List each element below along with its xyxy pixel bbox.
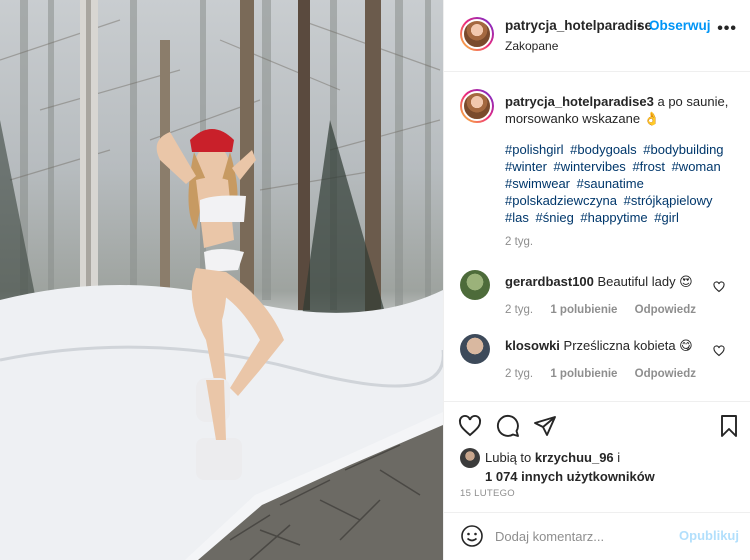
comment-meta: 2 tyg. 1 polubienie Odpowiedz (505, 304, 710, 316)
comment-like-heart-icon[interactable] (713, 345, 725, 357)
comment-meta: 2 tyg. 1 polubienie Odpowiedz (505, 368, 710, 380)
comment-text: klosowki Prześliczna kobieta 😋 (505, 338, 693, 354)
comment-likes[interactable]: 1 polubienie (550, 368, 617, 380)
smiley-icon[interactable] (460, 524, 484, 548)
comment-body: Beautiful lady 😍 (597, 274, 693, 289)
post-location[interactable]: Zakopane (505, 39, 558, 53)
comment-input[interactable] (495, 526, 675, 546)
hashtag-link[interactable]: #winter (505, 159, 547, 174)
hashtag-link[interactable]: #frost (632, 159, 665, 174)
caption-avatar[interactable] (460, 89, 494, 123)
bookmark-icon[interactable] (717, 414, 741, 438)
commenter-avatar[interactable] (460, 270, 490, 300)
commenter-username[interactable]: klosowki (505, 338, 560, 353)
header-separator: • (637, 18, 642, 33)
comment-item: gerardbast100 Beautiful lady 😍 2 tyg. 1 … (444, 270, 750, 330)
post-header: patrycja_hotelparadise • Obserwuj Zakopa… (444, 0, 750, 72)
hashtag-link[interactable]: #strójkąpielowy (624, 193, 713, 208)
liker-avatar[interactable] (460, 448, 480, 468)
hashtag-link[interactable]: #bodygoals (570, 142, 637, 157)
hashtag-link[interactable]: #girl (654, 210, 679, 225)
comment-likes[interactable]: 1 polubienie (550, 304, 617, 316)
more-options-icon[interactable]: ••• (717, 20, 737, 38)
likes-others-link[interactable]: 1 074 innych użytkowników (485, 469, 655, 484)
caption-timestamp[interactable]: 2 tyg. (505, 236, 533, 248)
post-details-panel: patrycja_hotelparadise • Obserwuj Zakopa… (443, 0, 750, 560)
hashtag-link[interactable]: #swimwear (505, 176, 570, 191)
add-comment-bar: Opublikuj (444, 512, 750, 560)
paper-plane-icon[interactable] (533, 414, 557, 438)
heart-icon[interactable] (458, 414, 482, 438)
comment-timestamp[interactable]: 2 tyg. (505, 304, 533, 316)
reply-button[interactable]: Odpowiedz (635, 304, 696, 316)
liker-username[interactable]: krzychuu_96 (535, 450, 614, 465)
hashtag-link[interactable]: #polskadziewczyna (505, 193, 617, 208)
hashtag-link[interactable]: #woman (672, 159, 721, 174)
reply-button[interactable]: Odpowiedz (635, 368, 696, 380)
publish-button[interactable]: Opublikuj (679, 528, 739, 543)
comment-like-heart-icon[interactable] (713, 281, 725, 293)
commenter-username[interactable]: gerardbast100 (505, 274, 594, 289)
likes-text: Lubią to krzychuu_96 i 1 074 innych użyt… (485, 448, 655, 486)
post-date[interactable]: 15 LUTEGO (460, 488, 515, 499)
hashtag-link[interactable]: #las (505, 210, 529, 225)
comment-text: gerardbast100 Beautiful lady 😍 (505, 274, 693, 290)
comment-icon[interactable] (496, 414, 520, 438)
caption-text: patrycja_hotelparadise3 a po saunie, mor… (505, 93, 735, 127)
caption-hashtags: #polishgirl #bodygoals #bodybuilding #wi… (505, 141, 737, 226)
likes-prefix: Lubią to (485, 450, 532, 465)
hashtag-link[interactable]: #polishgirl (505, 142, 564, 157)
post-actions: Lubią to krzychuu_96 i 1 074 innych użyt… (444, 401, 750, 529)
comments-section[interactable]: patrycja_hotelparadise3 a po saunie, mor… (444, 73, 750, 401)
caption-username[interactable]: patrycja_hotelparadise3 (505, 94, 654, 109)
author-avatar[interactable] (460, 17, 494, 51)
comment-timestamp[interactable]: 2 tyg. (505, 368, 533, 380)
comment-item: klosowki Prześliczna kobieta 😋 2 tyg. 1 … (444, 334, 750, 394)
hashtag-link[interactable]: #śnieg (535, 210, 573, 225)
likes-suffix: i (617, 450, 621, 465)
comment-body: Prześliczna kobieta 😋 (563, 338, 693, 353)
post-photo[interactable] (0, 0, 443, 560)
commenter-avatar[interactable] (460, 334, 490, 364)
photo-scene (0, 0, 443, 560)
hashtag-link[interactable]: #saunatime (577, 176, 644, 191)
author-username[interactable]: patrycja_hotelparadise (505, 18, 652, 33)
hashtag-link[interactable]: #happytime (580, 210, 647, 225)
follow-button[interactable]: Obserwuj (649, 18, 711, 33)
hashtag-link[interactable]: #wintervibes (554, 159, 626, 174)
hashtag-link[interactable]: #bodybuilding (643, 142, 723, 157)
